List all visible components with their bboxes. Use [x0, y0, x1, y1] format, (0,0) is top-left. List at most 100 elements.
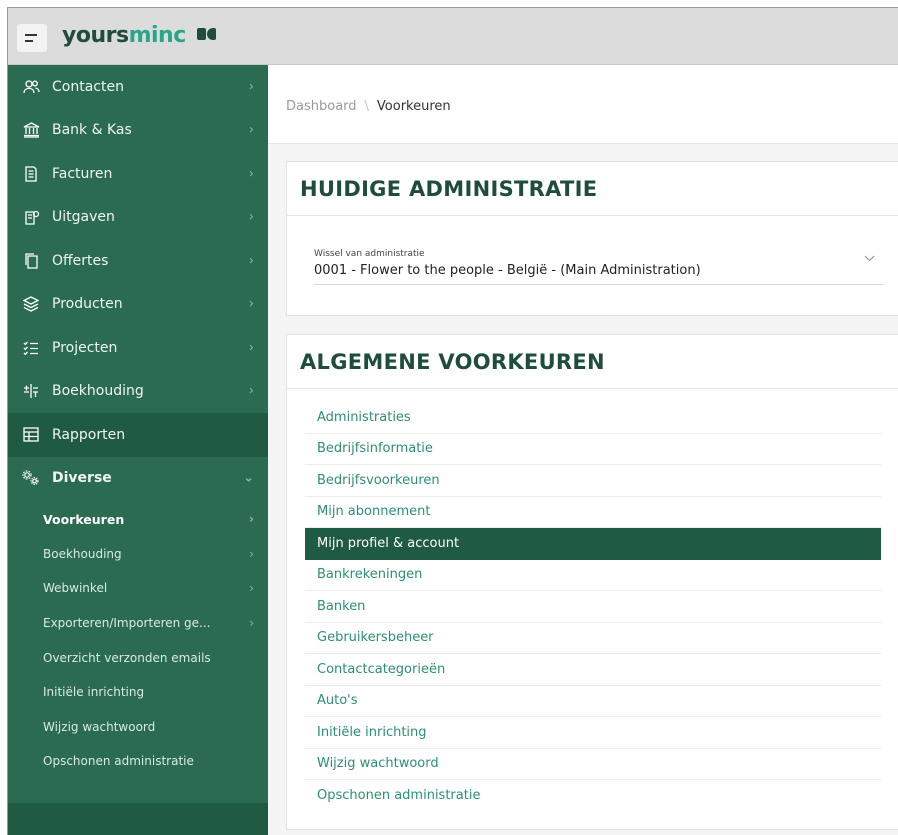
- admin-select-label: Wissel van administratie: [314, 249, 425, 259]
- breadcrumb-current: Voorkeuren: [376, 99, 451, 114]
- chevron-right-icon: ›: [248, 122, 254, 138]
- sidebar-footer: [8, 803, 268, 835]
- card-header: HUIDIGE ADMINISTRATIE: [287, 162, 898, 216]
- brand-logo[interactable]: yoursminc: [62, 23, 216, 48]
- sidebar-item-contacten[interactable]: Contacten ›: [8, 65, 268, 109]
- card-header: ALGEMENE VOORKEUREN: [287, 335, 898, 389]
- pref-link-banken[interactable]: Banken: [305, 591, 881, 623]
- bank-icon: [22, 121, 40, 139]
- chevron-right-icon: ›: [248, 79, 254, 95]
- sidebar: Contacten › Bank & Kas › Facturen › Uitg…: [8, 65, 268, 835]
- invoice-icon: [22, 165, 40, 183]
- quote-icon: [22, 252, 40, 270]
- submenu-item-label: Voorkeuren: [43, 511, 125, 527]
- sidebar-item-label: Producten: [52, 296, 123, 313]
- pref-link-bankrekeningen[interactable]: Bankrekeningen: [305, 560, 881, 591]
- sidebar-item-label: Bank & Kas: [52, 122, 132, 139]
- submenu-item-label: Wijzig wachtwoord: [43, 719, 156, 734]
- breadcrumb: Dashboard \ Voorkeuren: [286, 99, 451, 114]
- sidebar-item-label: Facturen: [52, 165, 113, 182]
- pref-link-initiele-inrichting[interactable]: Initiële inrichting: [305, 717, 881, 749]
- sidebar-item-label: Rapporten: [52, 426, 126, 443]
- pref-link-mijn-abonnement[interactable]: Mijn abonnement: [305, 497, 881, 528]
- chevron-right-icon: ›: [248, 166, 254, 182]
- chevron-right-icon: ›: [249, 512, 254, 527]
- sidebar-item-rapporten[interactable]: Rapporten: [8, 413, 268, 457]
- breadcrumb-dashboard-link[interactable]: Dashboard: [286, 99, 357, 114]
- submenu-item-exporteren-importeren[interactable]: Exporteren/Importeren ge... ›: [8, 606, 268, 641]
- submenu-item-voorkeuren[interactable]: Voorkeuren ›: [8, 502, 268, 537]
- sidebar-item-boekhouding[interactable]: Boekhouding ›: [8, 370, 268, 414]
- preferences-list: Administraties Bedrijfsinformatie Bedrij…: [305, 402, 881, 812]
- reports-icon: [22, 426, 40, 444]
- submenu-item-label: Opschonen administratie: [43, 754, 194, 769]
- card-title: HUIDIGE ADMINISTRATIE: [300, 176, 598, 201]
- products-icon: [22, 295, 40, 313]
- chevron-right-icon: ›: [248, 383, 254, 399]
- chevron-down-icon: ⌄: [243, 470, 254, 486]
- chevron-right-icon: ›: [248, 340, 254, 356]
- submenu-item-overzicht-verzonden-emails[interactable]: Overzicht verzonden emails: [8, 640, 268, 675]
- submenu-item-initiele-inrichting[interactable]: Initiële inrichting: [8, 675, 268, 710]
- pref-link-bedrijfsvoorkeuren[interactable]: Bedrijfsvoorkeuren: [305, 465, 881, 497]
- sidebar-item-diverse[interactable]: Diverse ⌄: [8, 456, 268, 500]
- users-icon: [22, 78, 40, 96]
- sidebar-item-label: Contacten: [52, 78, 124, 95]
- pref-link-administraties[interactable]: Administraties: [305, 402, 881, 434]
- chevron-right-icon: ›: [248, 209, 254, 225]
- sidebar-item-label: Boekhouding: [52, 383, 144, 400]
- pref-link-contactcategorieen[interactable]: Contactcategorieën: [305, 654, 881, 686]
- admin-select-value: 0001 - Flower to the people - België - (…: [314, 263, 701, 278]
- brand-badge-icon: [196, 28, 216, 40]
- pref-link-mijn-profiel-account[interactable]: Mijn profiel & account: [305, 528, 881, 560]
- pref-link-gebruikersbeheer[interactable]: Gebruikersbeheer: [305, 623, 881, 654]
- sidebar-item-label: Offertes: [52, 252, 109, 269]
- pref-link-autos[interactable]: Auto's: [305, 686, 881, 717]
- sidebar-item-label: Projecten: [52, 339, 118, 356]
- sidebar-item-bank-kas[interactable]: Bank & Kas ›: [8, 109, 268, 153]
- card-title: ALGEMENE VOORKEUREN: [300, 349, 605, 374]
- expenses-icon: [22, 208, 40, 226]
- accounting-icon: [22, 382, 40, 400]
- sidebar-item-label: Diverse: [52, 470, 112, 487]
- pref-link-bedrijfsinformatie[interactable]: Bedrijfsinformatie: [305, 434, 881, 465]
- chevron-right-icon: ›: [249, 581, 254, 596]
- submenu-item-label: Webwinkel: [43, 581, 108, 596]
- brand-part-1: yours: [62, 23, 129, 48]
- chevron-right-icon: ›: [248, 296, 254, 312]
- chevron-right-icon: ›: [248, 253, 254, 269]
- brand-part-2: minc: [128, 23, 187, 48]
- submenu-item-wijzig-wachtwoord[interactable]: Wijzig wachtwoord: [8, 710, 268, 745]
- gears-icon: [22, 469, 40, 487]
- sidebar-item-label: Uitgaven: [52, 209, 115, 226]
- chevron-right-icon: ›: [249, 546, 254, 561]
- submenu-item-label: Exporteren/Importeren ge...: [43, 616, 211, 631]
- submenu-item-label: Initiële inrichting: [43, 685, 145, 700]
- submenu-item-opschonen-administratie[interactable]: Opschonen administratie: [8, 744, 268, 779]
- menu-toggle-icon[interactable]: [17, 24, 47, 52]
- submenu-item-label: Overzicht verzonden emails: [43, 650, 211, 665]
- submenu-item-label: Boekhouding: [43, 546, 122, 561]
- chevron-down-icon: [864, 255, 875, 262]
- app-window: yoursminc Contacten › Bank & Kas › Factu…: [7, 7, 898, 835]
- general-preferences-card: ALGEMENE VOORKEUREN Administraties Bedri…: [286, 334, 898, 830]
- current-admin-card: HUIDIGE ADMINISTRATIE Wissel van adminis…: [286, 161, 898, 316]
- top-bar: yoursminc: [8, 8, 898, 65]
- admin-select[interactable]: Wissel van administratie 0001 - Flower t…: [314, 249, 883, 285]
- breadcrumb-separator: \: [364, 99, 369, 114]
- breadcrumb-bar: Dashboard \ Voorkeuren: [268, 65, 898, 144]
- pref-link-opschonen-administratie[interactable]: Opschonen administratie: [305, 780, 881, 812]
- sidebar-item-producten[interactable]: Producten ›: [8, 283, 268, 327]
- submenu-item-boekhouding[interactable]: Boekhouding ›: [8, 537, 268, 572]
- sidebar-item-projecten[interactable]: Projecten ›: [8, 326, 268, 370]
- submenu-item-webwinkel[interactable]: Webwinkel ›: [8, 571, 268, 606]
- diverse-submenu: Voorkeuren › Boekhouding › Webwinkel › E…: [8, 500, 268, 793]
- projects-icon: [22, 339, 40, 357]
- sidebar-item-uitgaven[interactable]: Uitgaven ›: [8, 196, 268, 240]
- main-content: Dashboard \ Voorkeuren HUIDIGE ADMINISTRAT…: [268, 65, 898, 835]
- pref-link-wijzig-wachtwoord[interactable]: Wijzig wachtwoord: [305, 749, 881, 780]
- sidebar-item-offertes[interactable]: Offertes ›: [8, 239, 268, 283]
- chevron-right-icon: ›: [249, 616, 254, 631]
- sidebar-nav: Contacten › Bank & Kas › Facturen › Uitg…: [8, 65, 268, 500]
- sidebar-item-facturen[interactable]: Facturen ›: [8, 152, 268, 196]
